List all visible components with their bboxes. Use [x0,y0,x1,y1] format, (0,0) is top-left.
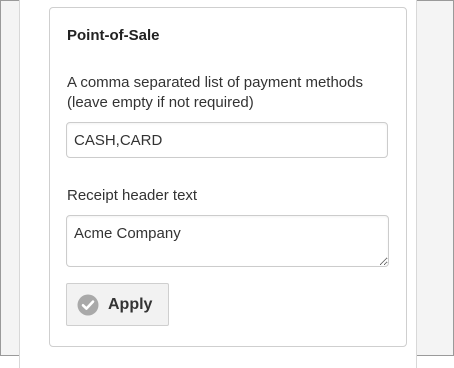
receipt-header-label: Receipt header text [67,187,198,204]
apply-button[interactable]: Apply [66,283,169,326]
apply-button-label: Apply [108,295,153,313]
payment-methods-input[interactable] [66,122,388,158]
payment-methods-label-line1: A comma separated list of payment method… [67,74,363,91]
receipt-header-textarea[interactable]: Acme Company [66,215,389,267]
check-circle-icon [77,294,99,315]
payment-methods-label: A comma separated list of payment method… [67,73,363,113]
payment-methods-label-line2: (leave empty if not required) [67,94,254,111]
section-title: Point-of-Sale [67,27,160,44]
